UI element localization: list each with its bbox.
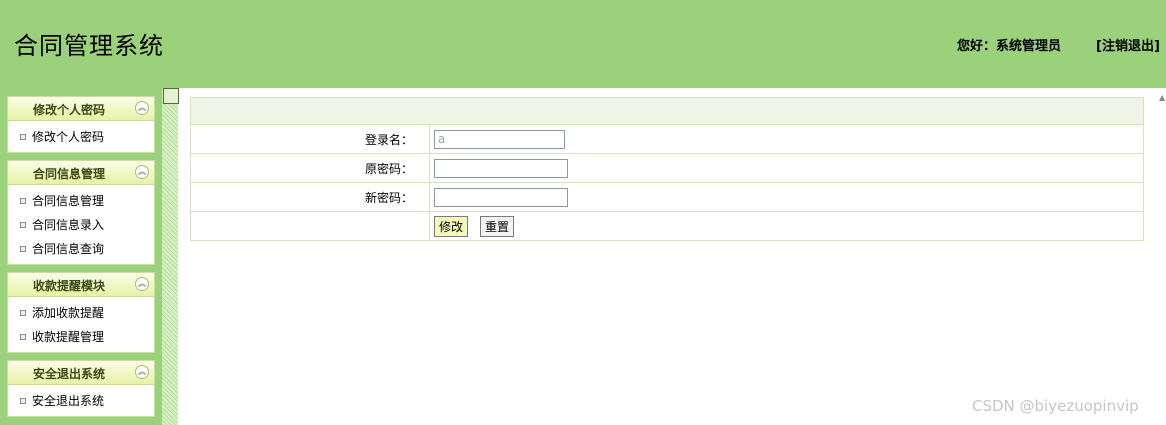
panel-header-password[interactable]: 修改个人密码 ︽ (8, 97, 154, 121)
panel-contract: 合同信息管理 ︽ 合同信息管理 合同信息录入 合同信息查询 (7, 160, 155, 265)
panel-logout: 安全退出系统 ︽ 安全退出系统 (7, 360, 155, 417)
sidebar-item-manage-reminder[interactable]: 收款提醒管理 (8, 325, 154, 349)
sidebar-item-change-password[interactable]: 修改个人密码 (8, 125, 154, 149)
panel-header-logout[interactable]: 安全退出系统 ︽ (8, 361, 154, 385)
form-row-old-password: 原密码： (190, 153, 1144, 183)
double-chevron-up-icon[interactable]: ︽ (135, 101, 149, 115)
panel-title: 合同信息管理 (32, 167, 105, 181)
panel-header-payment-reminder[interactable]: 收款提醒模块 ︽ (8, 273, 154, 297)
username-input[interactable] (434, 129, 565, 149)
scroll-up-icon[interactable]: ▲ (1159, 93, 1165, 102)
sidebar-item-label: 添加收款提醒 (32, 306, 105, 320)
old-password-label: 原密码： (190, 153, 430, 183)
app-title: 合同管理系统 (14, 32, 164, 60)
panel-header-contract[interactable]: 合同信息管理 ︽ (8, 161, 154, 185)
square-bullet-icon (20, 334, 26, 340)
panel-password: 修改个人密码 ︽ 修改个人密码 (7, 96, 155, 153)
new-password-label: 新密码： (190, 182, 430, 212)
submit-button[interactable]: 修改 (434, 215, 469, 237)
double-chevron-up-icon[interactable]: ︽ (135, 277, 149, 291)
panel-title: 安全退出系统 (32, 367, 105, 381)
logout-link[interactable]: [注销退出] (1096, 35, 1160, 54)
panel-payment-reminder: 收款提醒模块 ︽ 添加收款提醒 收款提醒管理 (7, 272, 155, 353)
username-label: 登录名： (190, 124, 430, 154)
sidebar-item-contract-entry[interactable]: 合同信息录入 (8, 213, 154, 237)
square-bullet-icon (20, 246, 26, 252)
sidebar-item-contract-query[interactable]: 合同信息查询 (8, 237, 154, 261)
square-bullet-icon (20, 398, 26, 404)
sidebar-item-contract-manage[interactable]: 合同信息管理 (8, 189, 154, 213)
sidebar-item-add-reminder[interactable]: 添加收款提醒 (8, 301, 154, 325)
sidebar-item-label: 收款提醒管理 (32, 330, 105, 344)
form-row-username: 登录名： (190, 124, 1144, 154)
sidebar-splitter[interactable] (162, 88, 179, 425)
sidebar: 修改个人密码 ︽ 修改个人密码 合同信息管理 ︽ 合同信息管理 合同信息录入 合… (0, 88, 162, 425)
new-password-input[interactable] (434, 187, 568, 207)
sidebar-item-label: 安全退出系统 (32, 394, 105, 408)
square-bullet-icon (20, 198, 26, 204)
user-greeting: 您好：系统管理员 (957, 39, 1062, 54)
panel-title: 收款提醒模块 (32, 279, 105, 293)
old-password-input[interactable] (434, 158, 568, 178)
sidebar-item-logout[interactable]: 安全退出系统 (8, 389, 154, 413)
watermark: CSDN @biyezuopinvip (972, 397, 1139, 415)
header-bar: 合同管理系统 您好：系统管理员 [注销退出] (0, 0, 1166, 88)
sidebar-item-label: 合同信息录入 (32, 218, 105, 232)
splitter-toggle-button[interactable] (163, 88, 179, 104)
form-header-row (190, 97, 1144, 125)
change-password-form: 登录名： 原密码： 新密码： 修改重置 (190, 97, 1144, 241)
form-row-new-password: 新密码： (190, 182, 1144, 212)
square-bullet-icon (20, 222, 26, 228)
panel-title: 修改个人密码 (32, 103, 105, 117)
sidebar-item-label: 合同信息查询 (32, 242, 105, 256)
square-bullet-icon (20, 310, 26, 316)
double-chevron-up-icon[interactable]: ︽ (135, 365, 149, 379)
square-bullet-icon (20, 134, 26, 140)
form-row-actions: 修改 重置 (190, 211, 1144, 241)
double-chevron-up-icon[interactable]: ︽ (135, 165, 149, 179)
sidebar-item-label: 修改个人密码 (32, 130, 105, 144)
sidebar-item-label: 合同信息管理 (32, 194, 105, 208)
reset-button[interactable]: 重置 (480, 215, 515, 237)
